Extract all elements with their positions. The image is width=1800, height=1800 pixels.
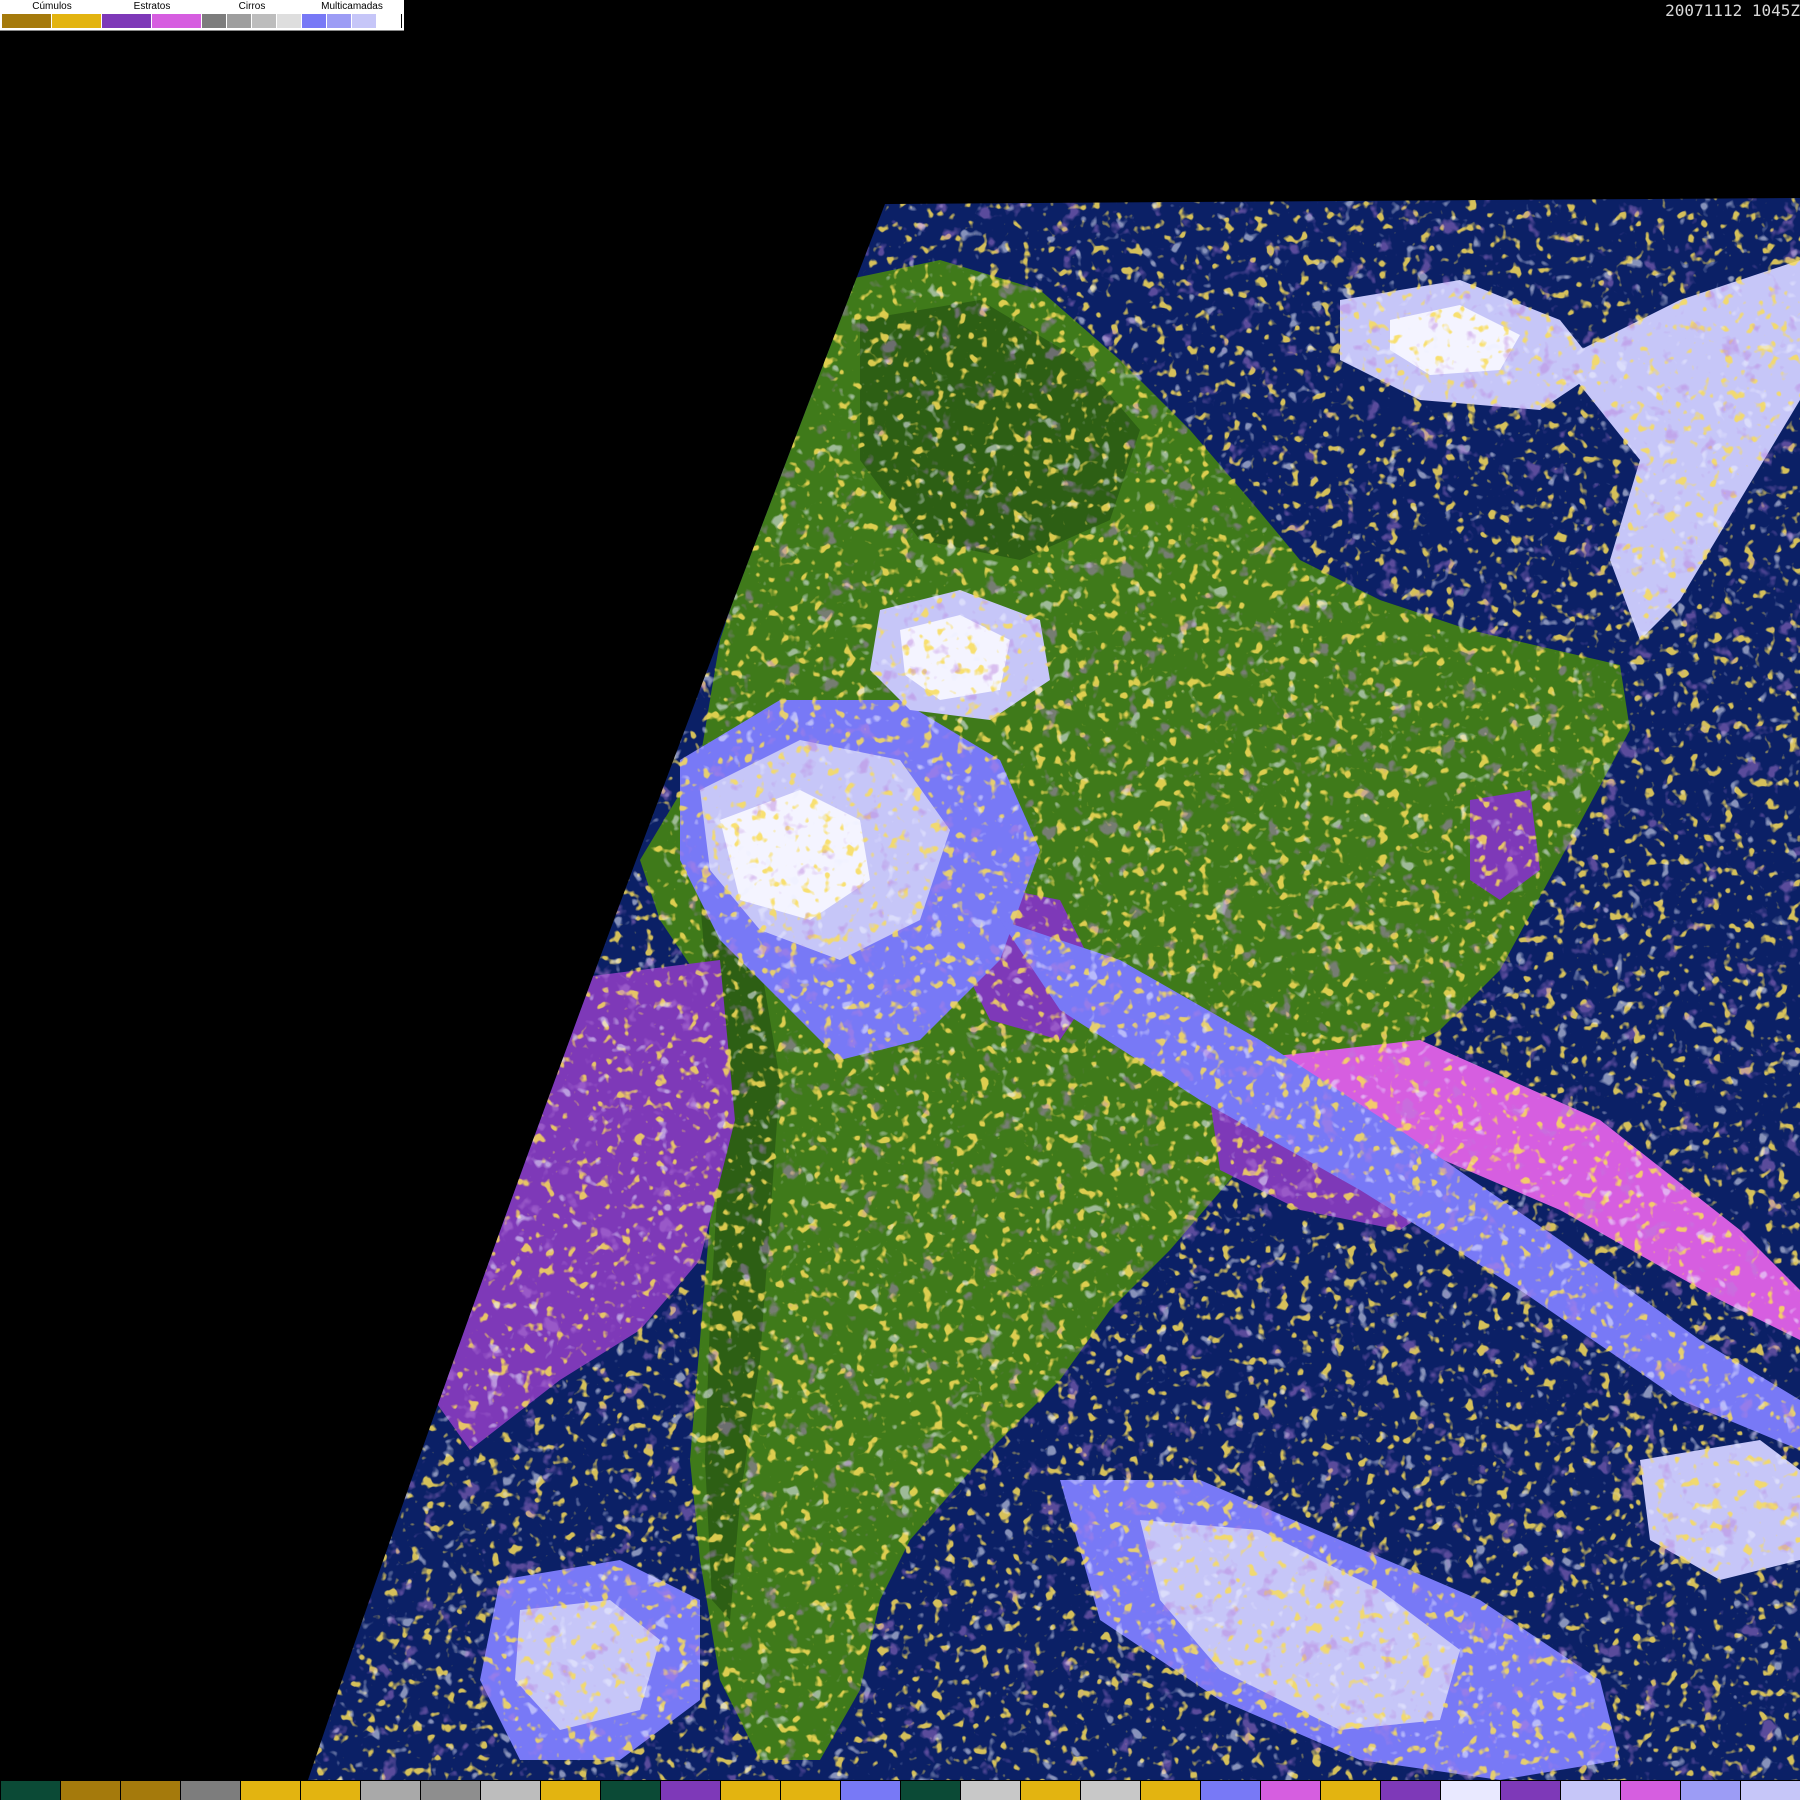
legend-swatch [227, 14, 252, 28]
strip-cell [1740, 1781, 1800, 1800]
strip-cell [60, 1781, 120, 1800]
strip-cell [0, 1781, 60, 1800]
legend-label: Cúmulos [32, 1, 72, 12]
legend-swatch [102, 14, 152, 28]
strip-cell [900, 1781, 960, 1800]
strip-cell [1080, 1781, 1140, 1800]
strip-cell [1680, 1781, 1740, 1800]
legend-label: Cirros [238, 1, 266, 12]
strip-cell [660, 1781, 720, 1800]
strip-cell [1260, 1781, 1320, 1800]
strip-cell [1500, 1781, 1560, 1800]
strip-cell [1020, 1781, 1080, 1800]
satellite-map [308, 198, 1800, 1780]
strip-cell [1560, 1781, 1620, 1800]
strip-cell [1320, 1781, 1380, 1800]
strip-cell [420, 1781, 480, 1800]
strip-cell [1200, 1781, 1260, 1800]
legend-swatch [302, 14, 327, 28]
strip-cell [360, 1781, 420, 1800]
strip-cell [540, 1781, 600, 1800]
legend-label: Estratos [133, 1, 171, 12]
strip-cell [1440, 1781, 1500, 1800]
bottom-color-strip [0, 1781, 1800, 1800]
strip-cell [840, 1781, 900, 1800]
legend-swatch [2, 14, 52, 28]
stratus-texture [308, 198, 1800, 1780]
legend-swatch [52, 14, 102, 28]
legend-swatch [327, 14, 352, 28]
strip-cell [720, 1781, 780, 1800]
legend-swatch [352, 14, 377, 28]
strip-cell [600, 1781, 660, 1800]
legend-swatch [277, 14, 302, 28]
legend-label: Multicamadas [321, 1, 383, 12]
strip-cell [1140, 1781, 1200, 1800]
legend-swatch [252, 14, 277, 28]
strip-cell [960, 1781, 1020, 1800]
strip-cell [1620, 1781, 1680, 1800]
strip-cell [1380, 1781, 1440, 1800]
strip-cell [780, 1781, 840, 1800]
legend-swatch [202, 14, 227, 28]
image-timestamp: 20071112 1045Z [1665, 1, 1800, 20]
strip-cell [120, 1781, 180, 1800]
strip-cell [240, 1781, 300, 1800]
legend-swatch [152, 14, 202, 28]
strip-cell [300, 1781, 360, 1800]
strip-cell [480, 1781, 540, 1800]
legend-swatch [377, 14, 402, 28]
satellite-disk [308, 198, 1800, 1780]
cloud-type-legend: Cúmulos Estratos Cirros Multicamadas [0, 0, 404, 31]
strip-cell [180, 1781, 240, 1800]
